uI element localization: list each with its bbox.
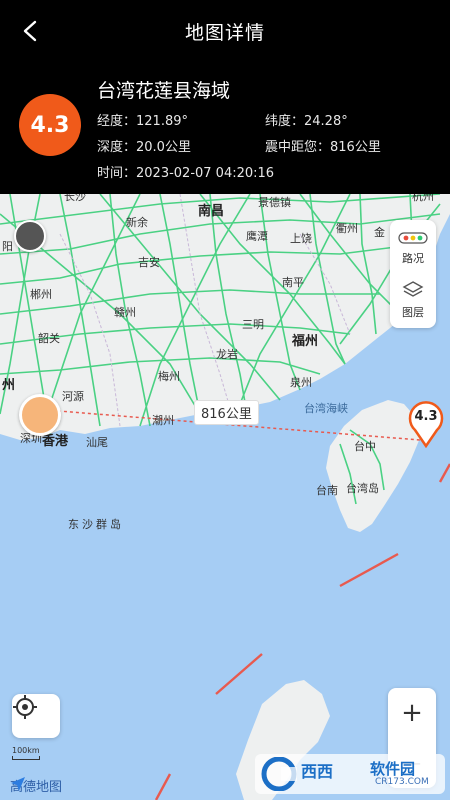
user-location-marker[interactable]: [19, 394, 61, 436]
traffic-light-icon: [398, 232, 428, 244]
watermark-url: CR173.COM: [375, 777, 429, 787]
quake-info-panel: 4.3 台湾花莲县海域 经度：121.89° 纬度：24.28° 深度：20.0…: [0, 62, 450, 194]
amap-logo: 高德地图: [10, 776, 62, 795]
compass-icon[interactable]: [14, 220, 46, 252]
map-label: 南平: [282, 276, 304, 289]
map-label: 衢州: [336, 222, 358, 235]
latitude-field: 纬度：24.28°: [265, 114, 348, 129]
map-label: 金: [374, 226, 385, 239]
map-label: 汕尾: [86, 436, 108, 449]
map-label: 台中: [354, 440, 376, 453]
map-label: 杭州: [412, 194, 434, 203]
watermark-logo-icon: [261, 757, 297, 791]
locate-icon: [13, 695, 37, 719]
locate-button[interactable]: [12, 694, 60, 738]
zoom-in-button[interactable]: +: [388, 688, 436, 738]
map-label: 赣州: [114, 306, 136, 319]
watermark: 西西 软件园 CR173.COM: [255, 754, 445, 794]
quake-marker-magnitude: 4.3: [414, 409, 438, 424]
map-label: 长沙: [64, 194, 86, 203]
map-canvas: [0, 194, 450, 800]
map-label: 泉州: [290, 376, 312, 389]
map-label: 新余: [126, 216, 148, 229]
map-label: 景德镇: [258, 196, 291, 209]
map-pin-icon: [408, 401, 444, 448]
layers-icon: [402, 281, 424, 297]
traffic-label: 路况: [402, 252, 424, 265]
navigation-arrow-icon: [11, 777, 25, 791]
top-bar: 地图详情: [0, 0, 450, 62]
watermark-name: 西西: [301, 762, 334, 781]
layers-label: 图层: [402, 306, 424, 319]
page-title: 地图详情: [184, 22, 265, 44]
map-label: 东沙群岛: [68, 518, 124, 531]
map-label: 上饶: [290, 232, 312, 245]
scale-bar: [12, 756, 40, 760]
watermark-suffix: 软件园: [370, 760, 416, 778]
map-label: 台湾岛: [346, 482, 379, 495]
scale-label: 100km: [12, 746, 40, 755]
map-label: 郴州: [30, 288, 52, 301]
map-label: 州: [2, 378, 16, 393]
quake-marker[interactable]: 4.3: [405, 400, 447, 448]
magnitude-badge: 4.3: [19, 94, 81, 156]
map-label: 阳: [2, 240, 13, 253]
quake-place: 台湾花莲县海域: [97, 80, 231, 102]
map-label: 三明: [242, 318, 264, 331]
depth-field: 深度：20.0公里: [97, 140, 191, 155]
longitude-field: 经度：121.89°: [97, 114, 188, 129]
map-controls: 路况 图层: [390, 220, 436, 328]
map-label: 梅州: [158, 370, 180, 383]
map-label: 河源: [62, 390, 84, 403]
map-label: 潮州: [152, 414, 174, 427]
map-label: 韶关: [38, 332, 60, 345]
map-label: 吉安: [138, 256, 160, 269]
distance-label: 816公里: [194, 400, 259, 425]
distance-field: 震中距您：816公里: [265, 140, 381, 155]
map-view[interactable]: 长沙 南昌 景德镇 衢州 金 杭州 新余 鹰潭 上饶 阳 吉安 郴州 赣州 南平…: [0, 194, 450, 800]
layers-button[interactable]: 图层: [390, 274, 436, 328]
traffic-button[interactable]: 路况: [390, 220, 436, 274]
time-field: 时间：2023-02-07 04:20:16: [97, 166, 275, 181]
map-label: 台南: [316, 484, 338, 497]
map-label: 福州: [292, 334, 319, 349]
map-label: 鹰潭: [246, 230, 268, 243]
map-label: 台湾海峡: [304, 402, 348, 415]
map-label: 龙岩: [216, 348, 238, 361]
map-label: 南昌: [198, 204, 225, 219]
